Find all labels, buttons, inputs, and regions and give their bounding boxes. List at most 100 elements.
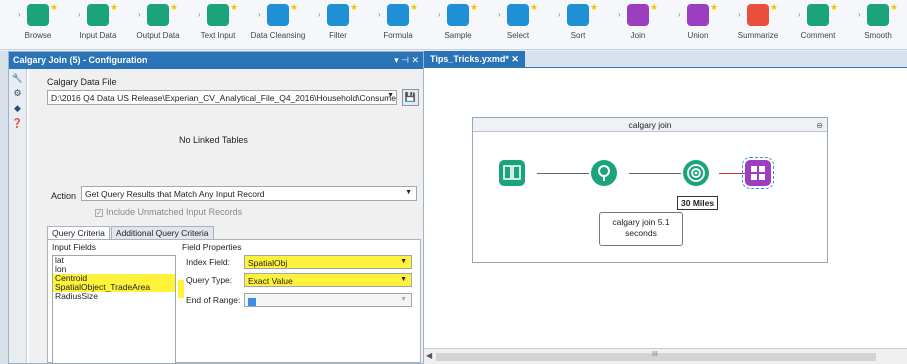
tool-icon — [267, 4, 289, 26]
help-icon[interactable]: ❓ — [12, 117, 24, 129]
target-icon — [687, 164, 705, 182]
horizontal-scrollbar[interactable]: ◀ III — [424, 348, 907, 364]
tag-icon[interactable]: ◆ — [12, 102, 24, 114]
file-path-dropdown[interactable]: D:\2016 Q4 Data US Release\Experian_CV_A… — [47, 90, 397, 105]
tool-formula[interactable]: › ★ Formula — [368, 2, 428, 48]
radius-badge: 30 Miles — [677, 196, 719, 210]
tool-label: Comment — [800, 31, 836, 40]
chevron-right-icon: › — [678, 10, 681, 19]
favorite-star-icon[interactable]: ★ — [410, 2, 418, 13]
tool-sample[interactable]: › ★ Sample — [428, 2, 488, 48]
comment-note[interactable]: calgary join 5.1 seconds — [599, 212, 683, 246]
panel-window-controls[interactable]: ▾ ⊣ ✕ — [394, 52, 419, 69]
document-tab-bar: Tips_Tricks.yxmd* ✕ — [424, 51, 907, 68]
chevron-down-icon[interactable]: ▼ — [405, 189, 412, 196]
chevron-right-icon: › — [498, 10, 501, 19]
chevron-down-icon[interactable]: ▼ — [387, 92, 394, 99]
chevron-down-icon[interactable]: ▼ — [400, 276, 407, 283]
include-unmatched-checkbox[interactable]: ✓ Include Unmatched Input Records — [95, 207, 242, 217]
tool-union[interactable]: › ★ Union — [668, 2, 728, 48]
favorite-star-icon[interactable]: ★ — [110, 2, 118, 13]
index-field-dropdown[interactable]: SpatialObj ▼ — [244, 255, 412, 269]
favorite-star-icon[interactable]: ★ — [50, 2, 58, 13]
favorite-star-icon[interactable]: ★ — [470, 2, 478, 13]
book-icon — [503, 165, 521, 180]
tool-icon — [567, 4, 589, 26]
tool-comment[interactable]: › ★ Comment — [788, 2, 848, 48]
favorite-star-icon[interactable]: ★ — [650, 2, 658, 13]
tool-label: Sample — [444, 31, 472, 40]
chevron-down-icon[interactable]: ▼ — [400, 296, 407, 303]
tool-text-input[interactable]: › ★ Text Input — [188, 2, 248, 48]
tool-label: Input Data — [79, 31, 117, 40]
tab-additional-query-criteria[interactable]: Additional Query Criteria — [110, 226, 214, 239]
favorite-star-icon[interactable]: ★ — [710, 2, 718, 13]
calgary-join-tool-node[interactable] — [742, 157, 774, 189]
query-type-dropdown[interactable]: Exact Value ▼ — [244, 273, 412, 287]
action-label: Action — [51, 191, 77, 201]
tool-label: Summarize — [737, 31, 779, 40]
input-data-tool-node[interactable] — [499, 160, 525, 186]
wrench-icon[interactable]: 🔧 — [12, 72, 24, 84]
no-linked-tables: No Linked Tables — [179, 135, 248, 145]
favorite-star-icon[interactable]: ★ — [350, 2, 358, 13]
favorite-star-icon[interactable]: ★ — [290, 2, 298, 13]
tool-icon — [27, 4, 49, 26]
favorite-star-icon[interactable]: ★ — [230, 2, 238, 13]
tool-label: Text Input — [200, 31, 236, 40]
gear-icon[interactable]: ⚙ — [12, 87, 24, 99]
chevron-right-icon: › — [618, 10, 621, 19]
chevron-left-icon[interactable]: ◀ — [426, 351, 432, 360]
chevron-right-icon: › — [438, 10, 441, 19]
tool-summarize[interactable]: › ★ Summarize — [728, 2, 788, 48]
save-icon-button[interactable]: 💾 — [402, 89, 419, 106]
tool-icon — [207, 4, 229, 26]
tool-container[interactable]: calgary join ⊖ 30 Miles calgary join 5.1… — [472, 117, 828, 263]
tool-filter[interactable]: › ★ Filter — [308, 2, 368, 48]
tool-data-cleansing[interactable]: › ★ Data Cleansing — [248, 2, 308, 48]
tab-tips-tricks[interactable]: Tips_Tricks.yxmd* ✕ — [424, 51, 525, 68]
favorite-star-icon[interactable]: ★ — [830, 2, 838, 13]
input-fields-list[interactable]: lat lon Centroid SpatialObject_TradeArea… — [52, 255, 176, 364]
spatial-tool-node[interactable] — [591, 160, 617, 186]
favorite-star-icon[interactable]: ★ — [170, 2, 178, 13]
end-range-dropdown[interactable]: ▼ — [244, 293, 412, 307]
tab-query-criteria[interactable]: Query Criteria — [47, 226, 110, 239]
favorite-star-icon[interactable]: ★ — [530, 2, 538, 13]
tool-browse[interactable]: › ★ Browse — [8, 2, 68, 48]
chevron-right-icon: › — [318, 10, 321, 19]
connection-line — [719, 173, 745, 174]
action-dropdown[interactable]: Get Query Results that Match Any Input R… — [81, 186, 417, 201]
list-item[interactable]: RadiusSize — [53, 292, 175, 301]
tool-input-data[interactable]: › ★ Input Data — [68, 2, 128, 48]
favorite-star-icon[interactable]: ★ — [590, 2, 598, 13]
workflow-canvas[interactable]: calgary join ⊖ 30 Miles calgary join 5.1… — [424, 68, 907, 348]
tool-output-data[interactable]: › ★ Output Data — [128, 2, 188, 48]
tool-join[interactable]: › ★ Join — [608, 2, 668, 48]
tool-sort[interactable]: › ★ Sort — [548, 2, 608, 48]
checkbox-icon[interactable]: ✓ — [95, 208, 103, 217]
tool-icon — [807, 4, 829, 26]
tool-label: Sort — [570, 31, 586, 40]
tool-icon — [867, 4, 889, 26]
chevron-down-icon[interactable]: ▼ — [400, 258, 407, 265]
favorite-star-icon[interactable]: ★ — [770, 2, 778, 13]
query-type-label: Query Type: — [186, 275, 233, 285]
criteria-tabs: Query Criteria Additional Query Criteria — [47, 226, 215, 239]
chevron-right-icon: › — [798, 10, 801, 19]
collapse-icon[interactable]: ⊖ — [816, 119, 823, 133]
chevron-right-icon: › — [18, 10, 21, 19]
input-fields-header: Input Fields — [52, 242, 96, 252]
configuration-panel: Calgary Join (5) - Configuration ▾ ⊣ ✕ 🔧… — [8, 51, 424, 364]
favorite-star-icon[interactable]: ★ — [890, 2, 898, 13]
end-range-label: End of Range: — [186, 295, 241, 305]
list-item[interactable]: lat — [53, 256, 175, 265]
tool-smooth[interactable]: › ★ Smooth — [848, 2, 907, 48]
tool-select[interactable]: › ★ Select — [488, 2, 548, 48]
chevron-right-icon: › — [138, 10, 141, 19]
tool-icon — [507, 4, 529, 26]
index-field-value: SpatialObj — [248, 258, 288, 268]
container-title-bar[interactable]: calgary join ⊖ — [473, 118, 827, 132]
trade-area-tool-node[interactable] — [683, 160, 709, 186]
config-title: Calgary Join (5) - Configuration — [13, 55, 148, 65]
